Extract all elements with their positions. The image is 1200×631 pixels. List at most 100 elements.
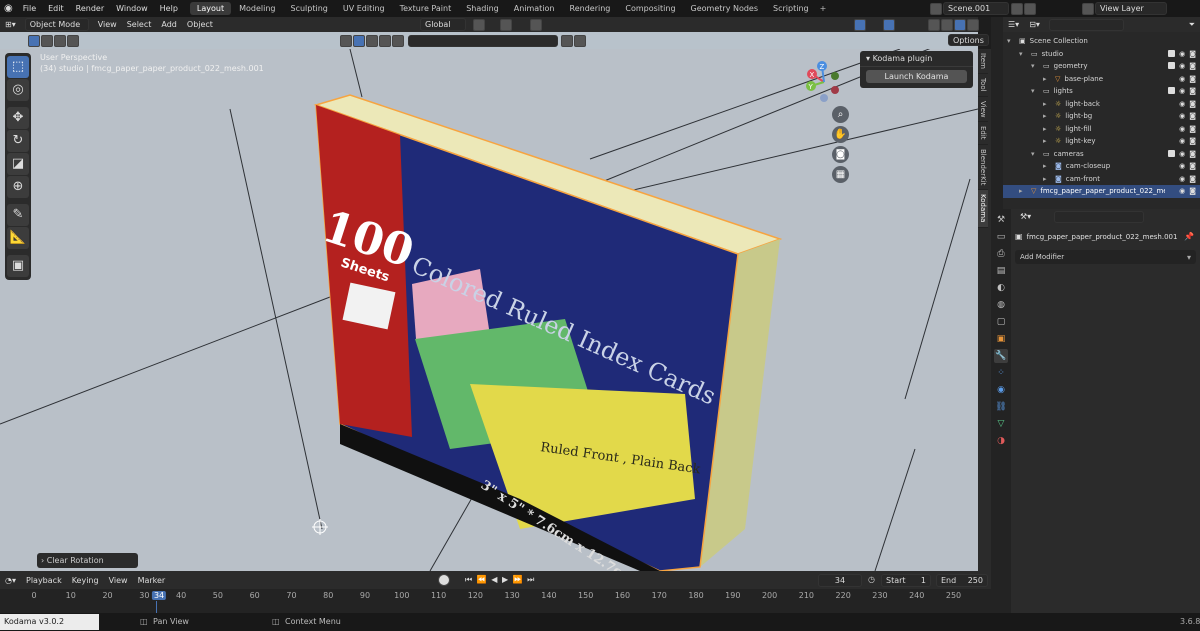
render-camera-icon[interactable]: ◙ — [1189, 125, 1196, 133]
collection-properties-icon[interactable]: ▢ — [994, 315, 1008, 329]
navigation-gizmo[interactable]: X Y Z — [798, 56, 850, 108]
material-shading-icon[interactable] — [954, 18, 966, 31]
filter-empty-icon[interactable] — [392, 35, 404, 47]
outliner-row-light-bg[interactable]: ▸ ☼ light-bg ◉ ◙ — [1003, 110, 1200, 123]
render-camera-icon[interactable]: ◙ — [1189, 75, 1196, 83]
cursor-tool[interactable]: ◎ — [7, 79, 29, 101]
expand-chevron-icon[interactable]: ▾ — [1031, 87, 1039, 95]
tab-uv-editing[interactable]: UV Editing — [336, 2, 392, 15]
viewport-search-input[interactable] — [408, 35, 558, 47]
outliner-filter-icon[interactable]: ⏷ — [1184, 20, 1200, 30]
mode-dropdown[interactable]: Object Mode — [24, 18, 89, 31]
sidebar-tab-view[interactable]: View — [978, 97, 988, 123]
outliner-row-light-fill[interactable]: ▸ ☼ light-fill ◉ ◙ — [1003, 123, 1200, 136]
pan-hand-icon[interactable]: ✋ — [832, 126, 849, 143]
tab-rendering[interactable]: Rendering — [563, 2, 618, 15]
outliner-search-input[interactable] — [1048, 18, 1124, 31]
view-layer-properties-icon[interactable]: ▤ — [994, 264, 1008, 278]
render-camera-icon[interactable]: ◙ — [1189, 100, 1196, 108]
outliner-row-cam-front[interactable]: ▸ ◙ cam-front ◉ ◙ — [1003, 173, 1200, 186]
sidebar-tab-kodama[interactable]: Kodama — [978, 190, 988, 228]
outliner-row-studio[interactable]: ▾ ▭ studio ◉ ◙ — [1003, 48, 1200, 61]
eye-icon[interactable]: ◉ — [1179, 187, 1185, 195]
timeline-editor-icon[interactable]: ◔▾ — [0, 576, 21, 585]
timeline-menu-marker[interactable]: Marker — [133, 576, 171, 585]
particle-properties-icon[interactable]: ⁘ — [994, 366, 1008, 380]
pivot-icon[interactable] — [473, 18, 485, 31]
collapsed-chevron-icon[interactable]: ▸ — [1043, 137, 1051, 145]
rotate-tool[interactable]: ↻ — [7, 130, 29, 152]
select-box-tool[interactable]: ⬚ — [7, 56, 29, 78]
scene-icon[interactable] — [930, 2, 942, 15]
render-camera-icon[interactable]: ◙ — [1189, 112, 1196, 120]
tab-texture-paint[interactable]: Texture Paint — [393, 2, 459, 15]
menu-edit[interactable]: Edit — [42, 4, 70, 13]
move-tool[interactable]: ✥ — [7, 107, 29, 129]
playback-buttons[interactable]: ⏮ ⏪ ◀ ▶ ⏩ ⏭ — [465, 575, 535, 585]
tab-sculpting[interactable]: Sculpting — [284, 2, 335, 15]
annotate-tool[interactable]: ✎ — [7, 204, 29, 226]
tab-layout[interactable]: Layout — [189, 2, 232, 15]
camera-view-icon[interactable]: ◙ — [832, 146, 849, 163]
eye-icon[interactable]: ◉ — [1179, 137, 1185, 145]
blender-logo-icon[interactable]: ◉ — [4, 3, 13, 14]
gizmo-neg-x[interactable] — [831, 86, 839, 94]
select-new-icon[interactable] — [28, 35, 40, 47]
new-scene-icon[interactable] — [1011, 2, 1023, 15]
collapsed-chevron-icon[interactable]: ▸ — [1019, 187, 1027, 195]
properties-search-input[interactable] — [1054, 210, 1145, 223]
world-properties-icon[interactable]: ◍ — [994, 298, 1008, 312]
add-cube-tool[interactable]: ▣ — [7, 255, 29, 277]
ortho-grid-icon[interactable]: ▦ — [832, 166, 849, 183]
filter-light-icon[interactable] — [366, 35, 378, 47]
eye-icon[interactable]: ◉ — [1179, 125, 1185, 133]
eye-icon[interactable]: ◉ — [1179, 87, 1185, 95]
view-layer-field[interactable]: View Layer — [1095, 2, 1167, 15]
outliner-row-lights[interactable]: ▾ ▭ lights ◉ ◙ — [1003, 85, 1200, 98]
modifier-properties-icon[interactable]: 🔧 — [994, 349, 1008, 363]
pin-icon[interactable]: 📌 — [1184, 232, 1194, 241]
render-camera-icon[interactable]: ◙ — [1189, 87, 1196, 95]
render-camera-icon[interactable]: ◙ — [1189, 175, 1196, 183]
outliner-row-light-back[interactable]: ▸ ☼ light-back ◉ ◙ — [1003, 98, 1200, 111]
launch-kodama-button[interactable]: Launch Kodama — [866, 70, 967, 83]
constraint-properties-icon[interactable]: ⛓ — [994, 400, 1008, 414]
snap-icon[interactable] — [500, 18, 512, 31]
collapsed-chevron-icon[interactable]: ▸ — [1043, 112, 1051, 120]
bookmark-icon[interactable] — [561, 35, 573, 47]
clock-icon[interactable]: ◷ — [868, 575, 875, 584]
display-mode-icon[interactable]: ⊟▾ — [1024, 20, 1045, 29]
exclude-checkbox[interactable] — [1168, 87, 1176, 95]
collapsed-chevron-icon[interactable]: ▸ — [1043, 100, 1051, 108]
render-camera-icon[interactable]: ◙ — [1189, 150, 1196, 158]
filter-camera-icon[interactable] — [379, 35, 391, 47]
physics-properties-icon[interactable]: ◉ — [994, 383, 1008, 397]
delete-scene-icon[interactable] — [1024, 2, 1036, 15]
expand-chevron-icon[interactable]: ▾ — [1019, 50, 1027, 58]
filter-icon[interactable] — [574, 35, 586, 47]
collapsed-chevron-icon[interactable]: ▸ — [1043, 162, 1051, 170]
scale-tool[interactable]: ◪ — [7, 153, 29, 175]
collapsed-chevron-icon[interactable]: ▸ — [1043, 175, 1051, 183]
expand-chevron-icon[interactable]: ▾ — [1031, 62, 1039, 70]
timeline-menu-view[interactable]: View — [104, 576, 133, 585]
collapsed-chevron-icon[interactable]: ▸ — [1043, 75, 1051, 83]
viewport-menu-object[interactable]: Object — [182, 20, 218, 29]
data-properties-icon[interactable]: ▽ — [994, 417, 1008, 431]
tab-geometry-nodes[interactable]: Geometry Nodes — [684, 2, 765, 15]
render-camera-icon[interactable]: ◙ — [1189, 162, 1196, 170]
eye-icon[interactable]: ◉ — [1179, 150, 1185, 158]
viewport-menu-view[interactable]: View — [93, 20, 122, 29]
menu-window[interactable]: Window — [110, 4, 154, 13]
outliner-row-geometry[interactable]: ▾ ▭ geometry ◉ ◙ — [1003, 60, 1200, 73]
outliner-row-fmcg-paper-paper-product-022-mesh-001[interactable]: ▸ ▽fmcg_paper_paper_product_022_mesh.001 ◉… — [1003, 185, 1200, 198]
timeline-menu-playback[interactable]: Playback — [21, 576, 67, 585]
tool-properties-icon[interactable]: ⚒ — [994, 213, 1008, 227]
viewport-menu-add[interactable]: Add — [156, 20, 182, 29]
material-properties-icon[interactable]: ◑ — [994, 434, 1008, 448]
kodama-panel-title[interactable]: ▾ Kodama plugin — [860, 51, 973, 67]
timeline-menu-keying[interactable]: Keying — [67, 576, 104, 585]
tab-animation[interactable]: Animation — [507, 2, 562, 15]
eye-icon[interactable]: ◉ — [1179, 100, 1185, 108]
menu-render[interactable]: Render — [70, 4, 110, 13]
